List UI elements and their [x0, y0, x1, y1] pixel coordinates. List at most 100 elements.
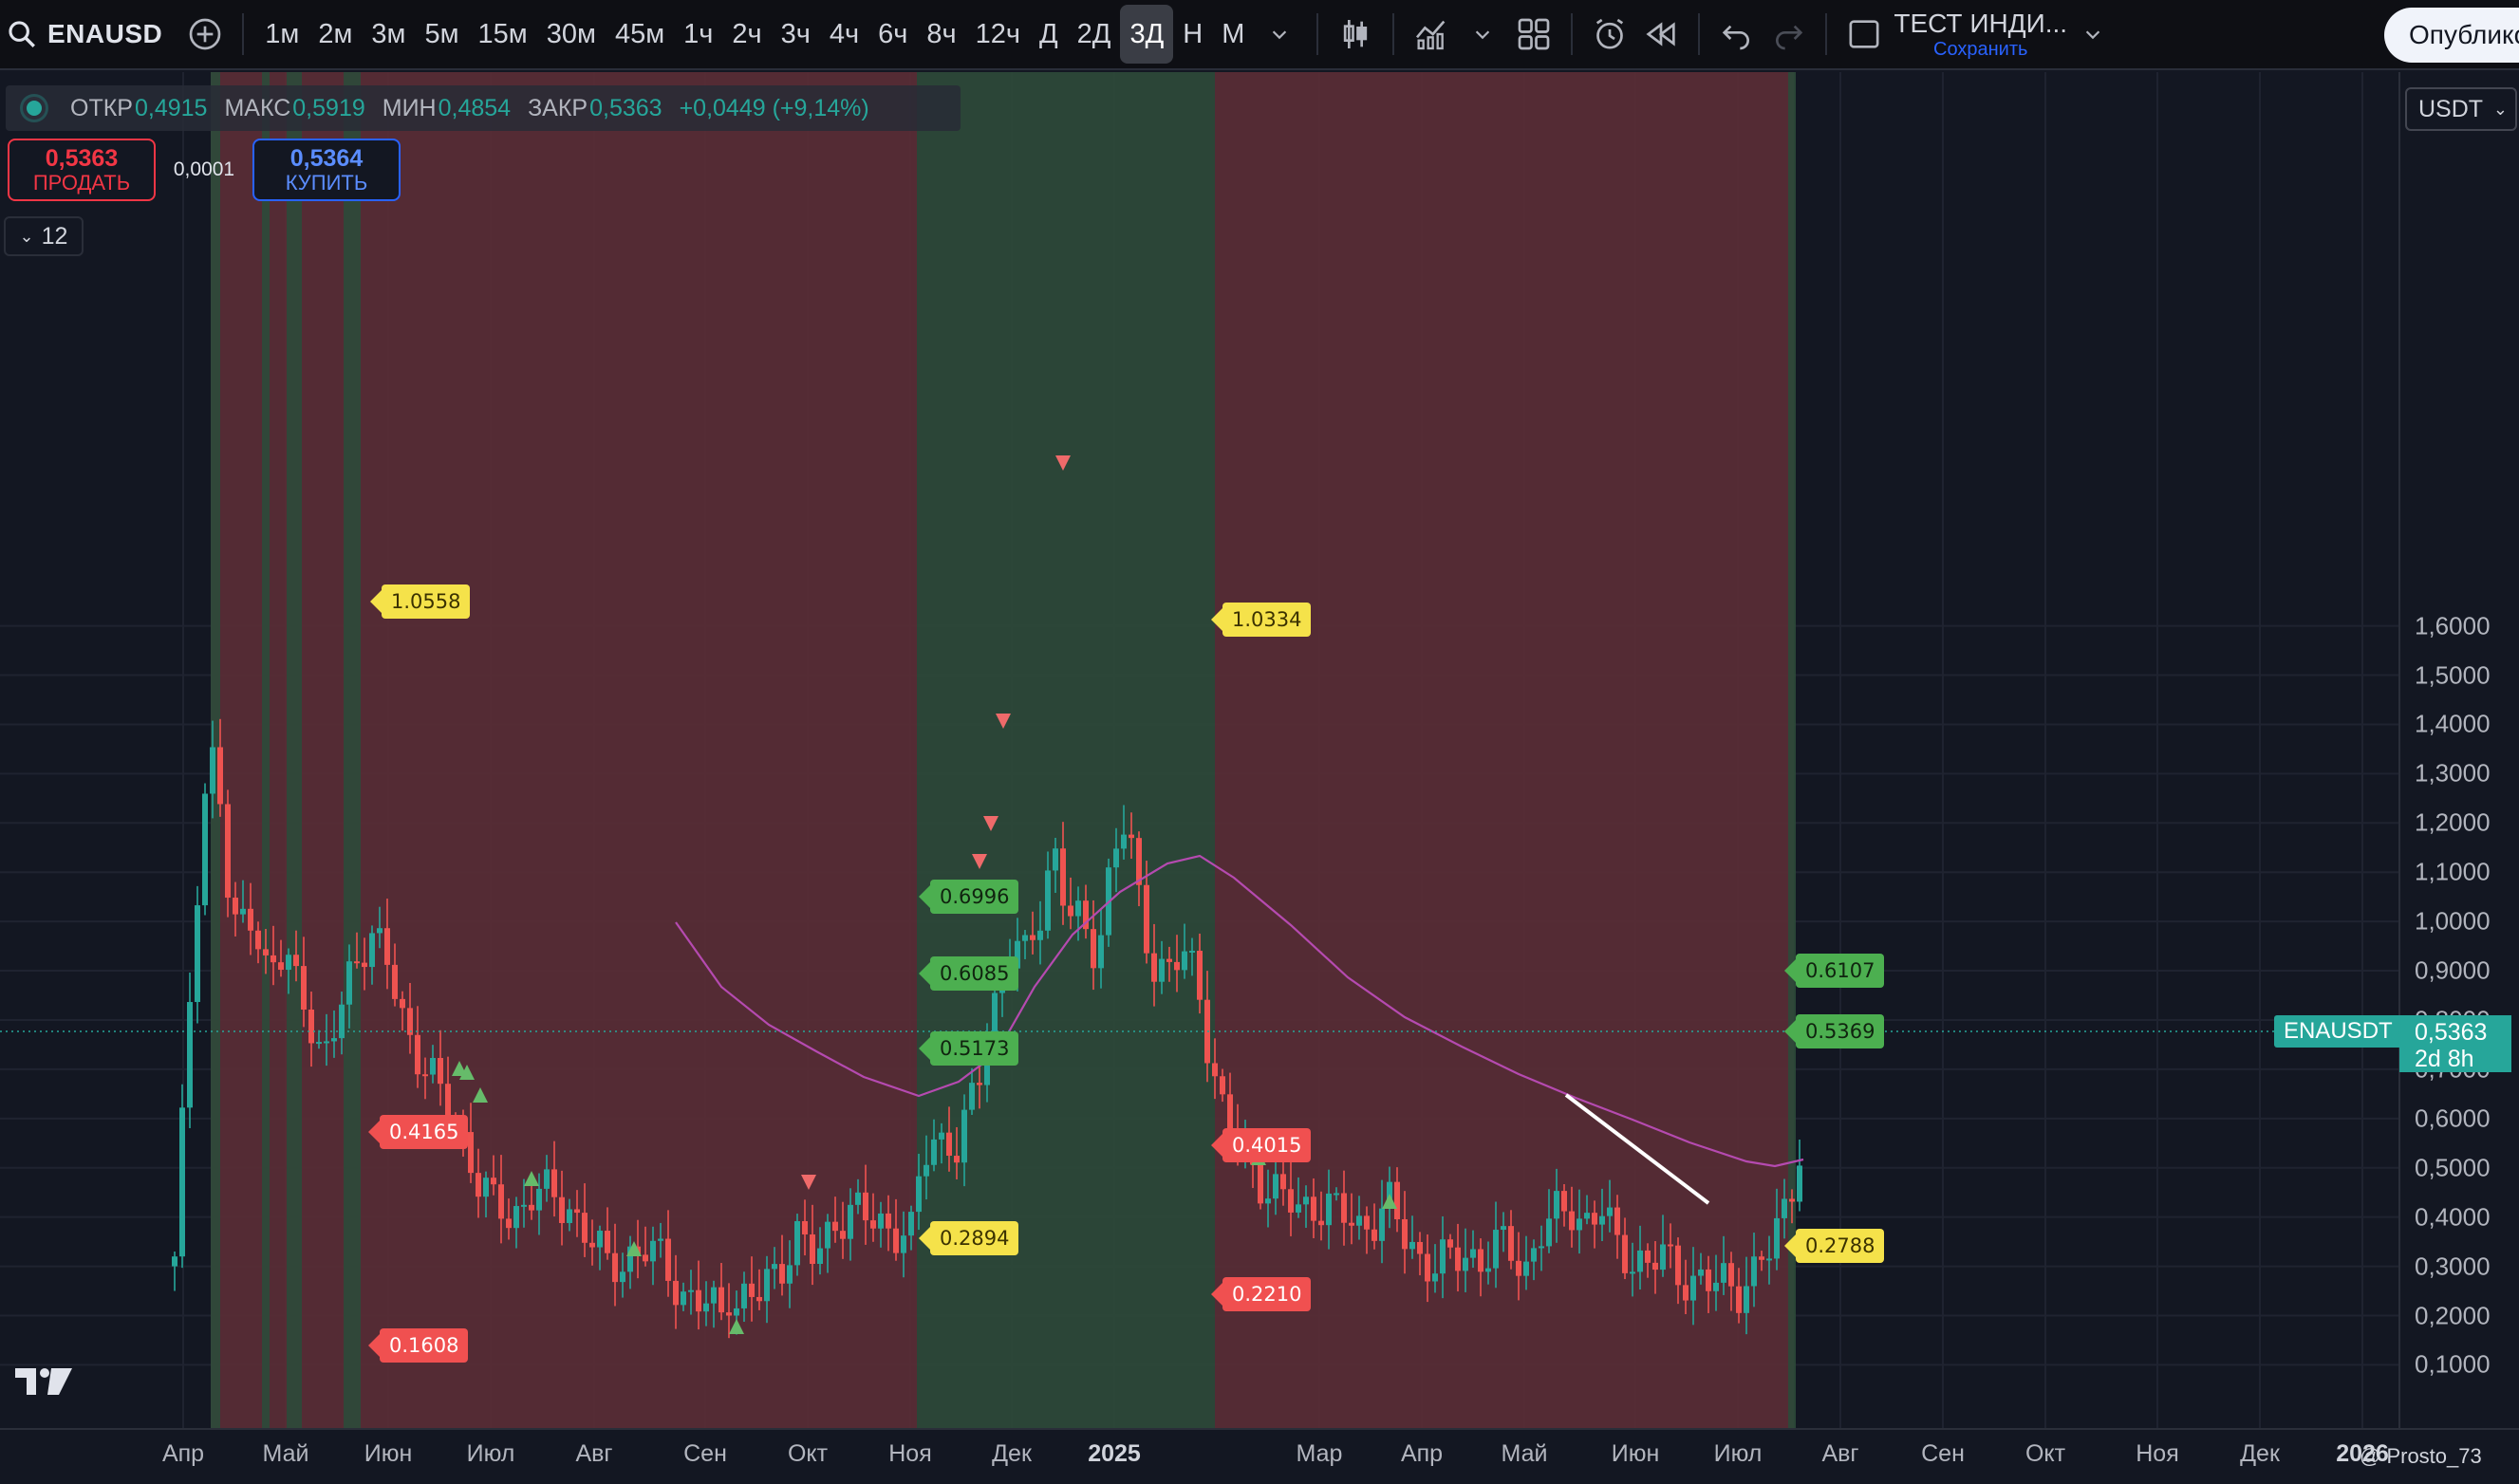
interval-0[interactable]: 1м: [255, 5, 308, 64]
last-price-value: 0,5363: [2415, 1019, 2488, 1046]
candle-body: [589, 1242, 595, 1248]
interval-10[interactable]: 4ч: [820, 5, 868, 64]
replay-button[interactable]: [1635, 7, 1687, 62]
level-label[interactable]: 0.5369: [1783, 1014, 1885, 1048]
level-label[interactable]: 0.6085: [918, 956, 1019, 991]
candle-body: [908, 1212, 914, 1236]
candle-body: [392, 964, 398, 999]
indicators-collapse-toggle[interactable]: ⌄ 12: [4, 216, 84, 256]
candle-body: [240, 908, 246, 915]
level-label[interactable]: 0.4015: [1210, 1128, 1312, 1162]
candle-body: [1501, 1226, 1506, 1231]
layout-dropdown-button[interactable]: [2067, 7, 2118, 62]
level-label[interactable]: 0.5173: [918, 1031, 1019, 1066]
level-label[interactable]: 0.2894: [918, 1221, 1019, 1255]
candle-body: [916, 1176, 922, 1213]
candle-body: [1273, 1174, 1278, 1199]
chart-type-button[interactable]: [1330, 7, 1381, 62]
chevron-down-icon: [1476, 30, 1490, 40]
candle-body: [1789, 1198, 1795, 1202]
interval-6[interactable]: 45м: [606, 5, 674, 64]
interval-11[interactable]: 6ч: [868, 5, 917, 64]
interval-4[interactable]: 15м: [469, 5, 537, 64]
level-label[interactable]: 0.4165: [367, 1115, 469, 1149]
sell-button[interactable]: 0,5363 ПРОДАТЬ: [8, 139, 156, 201]
candle-body: [969, 1083, 975, 1110]
interval-15[interactable]: 2Д: [1068, 5, 1121, 64]
level-label[interactable]: 1.0334: [1210, 603, 1312, 637]
price-chart[interactable]: [0, 72, 2519, 1484]
layout-title: ТЕСТ ИНДИ...: [1894, 9, 2068, 38]
undo-button[interactable]: [1711, 7, 1763, 62]
interval-12[interactable]: 8ч: [917, 5, 965, 64]
interval-2[interactable]: 3м: [362, 5, 415, 64]
signal-zone: [344, 72, 361, 1429]
candle-body: [248, 908, 253, 931]
candle-body: [939, 1132, 944, 1140]
publish-button[interactable]: Опублико: [2384, 8, 2519, 63]
level-label[interactable]: 1.0558: [369, 584, 471, 619]
candle-body: [354, 961, 360, 964]
compare-button[interactable]: [179, 7, 231, 62]
level-label[interactable]: 0.6996: [918, 880, 1019, 914]
interval-5[interactable]: 30м: [537, 5, 606, 64]
templates-button[interactable]: [1508, 7, 1559, 62]
candle-body: [673, 1280, 679, 1306]
save-layout-link[interactable]: Сохранить: [1933, 39, 2027, 60]
candle-body: [1683, 1285, 1689, 1301]
candle-body: [665, 1238, 671, 1281]
level-label[interactable]: 0.2210: [1210, 1277, 1312, 1311]
search-icon: [9, 21, 35, 47]
interval-16[interactable]: 3Д: [1120, 5, 1174, 64]
time-tick: Окт: [2025, 1440, 2066, 1467]
intervals-dropdown-button[interactable]: [1254, 7, 1305, 62]
candle-body: [924, 1164, 929, 1177]
interval-18[interactable]: М: [1212, 5, 1254, 64]
price-tick: 1,1000: [2415, 857, 2491, 886]
time-tick: Май: [1501, 1440, 1548, 1467]
interval-8[interactable]: 2ч: [722, 5, 771, 64]
candle-body: [1455, 1247, 1461, 1271]
chart-area[interactable]: [0, 72, 2519, 1484]
candle-body: [1546, 1218, 1552, 1247]
level-label[interactable]: 0.1608: [367, 1328, 469, 1363]
level-label[interactable]: 0.6107: [1783, 954, 1885, 988]
indicators-dropdown-button[interactable]: [1457, 7, 1508, 62]
alert-button[interactable]: [1584, 7, 1635, 62]
interval-1[interactable]: 2м: [308, 5, 362, 64]
indicators-button[interactable]: [1406, 7, 1457, 62]
grid-icon: [1519, 18, 1550, 50]
candle-body: [369, 933, 375, 968]
layout-name[interactable]: ТЕСТ ИНДИ... Сохранить: [1894, 9, 2067, 60]
price-tick: 0,6000: [2415, 1104, 2491, 1133]
interval-17[interactable]: Н: [1173, 5, 1212, 64]
candle-body: [1326, 1193, 1332, 1226]
time-tick: Апр: [1400, 1440, 1444, 1467]
candle-body: [324, 1041, 329, 1044]
candle-body: [574, 1209, 580, 1214]
candle-body: [217, 747, 223, 805]
redo-button[interactable]: [1763, 7, 1814, 62]
level-label[interactable]: 0.2788: [1783, 1229, 1885, 1263]
interval-9[interactable]: 3ч: [772, 5, 820, 64]
candle-body: [1037, 930, 1043, 940]
currency-select[interactable]: USDT ⌄: [2405, 87, 2517, 131]
candle-body: [1197, 950, 1203, 1000]
candles-icon: [1344, 20, 1368, 48]
interval-3[interactable]: 5м: [415, 5, 468, 64]
interval-13[interactable]: 12ч: [966, 5, 1030, 64]
sell-price: 0,5363: [45, 145, 119, 172]
buy-button[interactable]: 0,5364 КУПИТЬ: [252, 139, 401, 201]
open-value: 0,4915: [134, 94, 208, 121]
square-icon: [1849, 20, 1879, 48]
candle-body: [1121, 834, 1127, 849]
layout-select-button[interactable]: [1838, 7, 1890, 62]
interval-7[interactable]: 1ч: [674, 5, 722, 64]
interval-14[interactable]: Д: [1030, 5, 1068, 64]
candle-body: [1045, 870, 1051, 931]
price-tick: 0,2000: [2415, 1301, 2491, 1329]
symbol-search[interactable]: ENAUSD: [0, 0, 162, 69]
candle-body: [400, 998, 405, 1009]
tradingview-logo[interactable]: [13, 1364, 74, 1399]
candle-body: [878, 1213, 884, 1229]
